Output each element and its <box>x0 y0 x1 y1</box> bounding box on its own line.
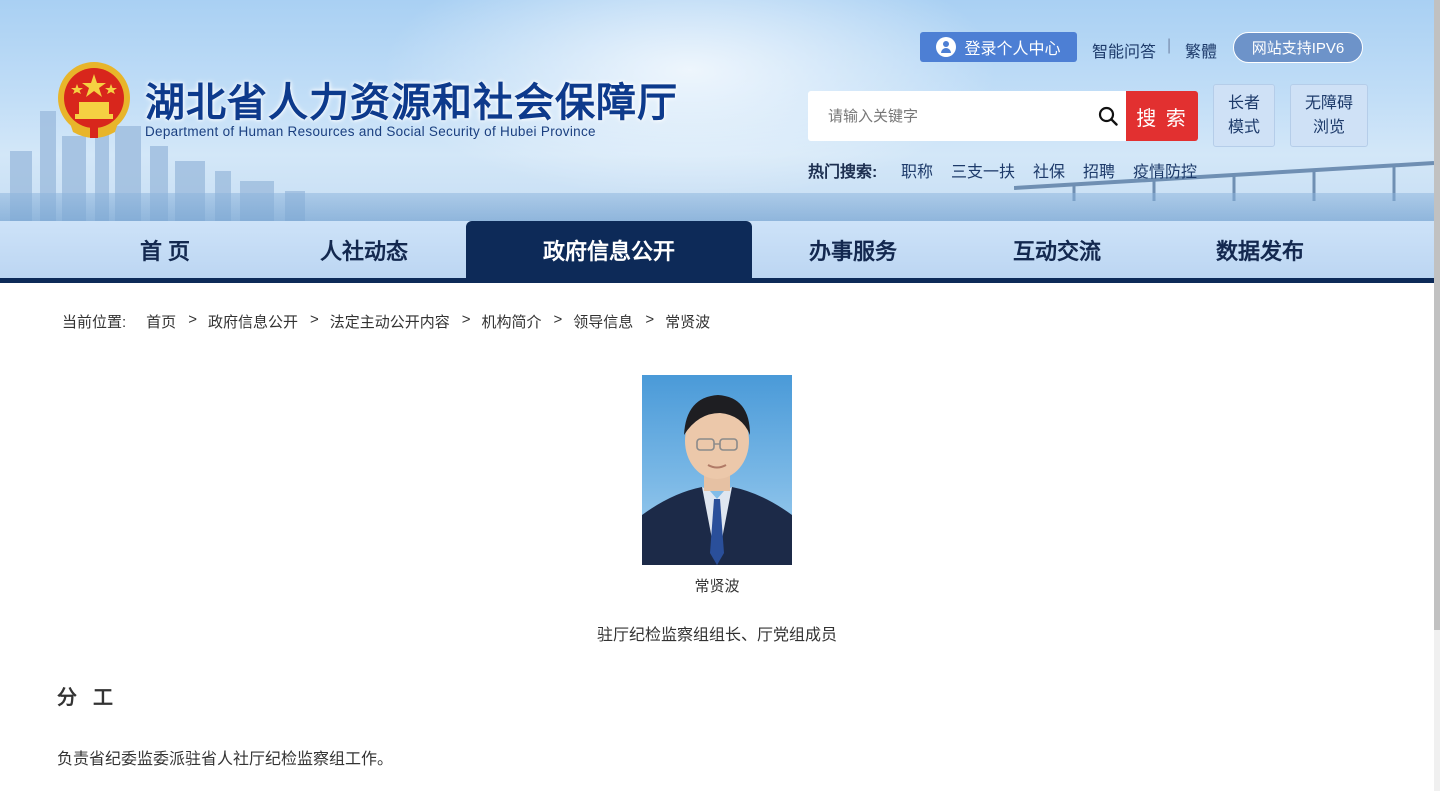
leader-name: 常贤波 <box>694 578 740 595</box>
login-personal-center-button[interactable]: 登录个人中心 <box>920 32 1077 62</box>
breadcrumb: 当前位置: 首页 > 政府信息公开 > 法定主动公开内容 > 机构简介 > 领导… <box>62 311 710 332</box>
login-label: 登录个人中心 <box>964 41 1061 58</box>
portrait-illustration <box>642 395 792 565</box>
nav-item-news[interactable]: 人社动态 <box>262 221 466 278</box>
nav-item-services[interactable]: 办事服务 <box>752 221 954 278</box>
search-button[interactable]: 搜 索 <box>1126 91 1198 141</box>
leader-position: 驻厅纪检监察组组长、厅党组成员 <box>596 627 837 644</box>
traditional-chinese-link[interactable]: 繁體 <box>1185 38 1217 62</box>
hot-search-item[interactable]: 社保 <box>1033 158 1065 182</box>
user-icon <box>936 37 957 57</box>
main-nav: 首 页 人社动态 政府信息公开 办事服务 互动交流 数据发布 <box>0 221 1434 278</box>
top-link-separator: | <box>1167 37 1172 54</box>
smart-qa-link[interactable]: 智能问答 <box>1092 38 1156 62</box>
leader-portrait <box>642 375 792 565</box>
duty-heading: 分工 <box>57 687 129 709</box>
search-icon[interactable] <box>1098 106 1118 126</box>
accessible-line1: 无障碍 <box>1304 94 1353 112</box>
nav-item-gov-info[interactable]: 政府信息公开 <box>466 221 752 278</box>
ipv6-badge[interactable]: 网站支持IPV6 <box>1233 32 1363 63</box>
elder-mode-button[interactable]: 长者 模式 <box>1213 84 1275 147</box>
breadcrumb-item[interactable]: 机构简介 <box>482 311 542 332</box>
elder-mode-line1: 长者 <box>1227 94 1260 112</box>
breadcrumb-separator: > <box>553 311 563 328</box>
nav-item-data[interactable]: 数据发布 <box>1160 221 1360 278</box>
nav-item-home[interactable]: 首 页 <box>62 221 268 278</box>
accessible-line2: 浏览 <box>1312 118 1345 136</box>
elder-mode-line2: 模式 <box>1227 118 1260 136</box>
breadcrumb-separator: > <box>188 311 197 328</box>
hot-search-item[interactable]: 三支一扶 <box>951 158 1015 182</box>
hot-search-label: 热门搜索: <box>808 164 878 181</box>
breadcrumb-item[interactable]: 首页 <box>146 311 176 332</box>
breadcrumb-separator: > <box>645 311 655 328</box>
breadcrumb-separator: > <box>461 311 471 328</box>
breadcrumb-item[interactable]: 领导信息 <box>573 311 633 332</box>
national-emblem-icon <box>58 62 130 138</box>
search-box <box>808 91 1126 141</box>
hot-search-item[interactable]: 职称 <box>901 158 933 182</box>
banner-water <box>0 193 1434 221</box>
nav-item-interaction[interactable]: 互动交流 <box>954 221 1160 278</box>
nav-underline <box>0 278 1434 283</box>
site-subtitle: Department of Human Resources and Social… <box>145 124 596 139</box>
search-input[interactable] <box>808 91 1088 141</box>
breadcrumb-separator: > <box>309 311 319 328</box>
accessible-browse-button[interactable]: 无障碍 浏览 <box>1290 84 1368 147</box>
breadcrumb-item[interactable]: 政府信息公开 <box>208 311 298 332</box>
breadcrumb-item[interactable]: 法定主动公开内容 <box>330 311 450 332</box>
hot-search-item[interactable]: 疫情防控 <box>1133 158 1197 182</box>
scrollbar-thumb[interactable] <box>1434 0 1440 630</box>
hot-search-item[interactable]: 招聘 <box>1083 158 1115 182</box>
site-title: 湖北省人力资源和社会保障厅 <box>145 80 678 126</box>
breadcrumb-label: 当前位置: <box>62 314 127 331</box>
duty-text: 负责省纪委监委派驻省人社厅纪检监察组工作。 <box>57 751 394 768</box>
breadcrumb-item-current: 常贤波 <box>665 314 711 331</box>
